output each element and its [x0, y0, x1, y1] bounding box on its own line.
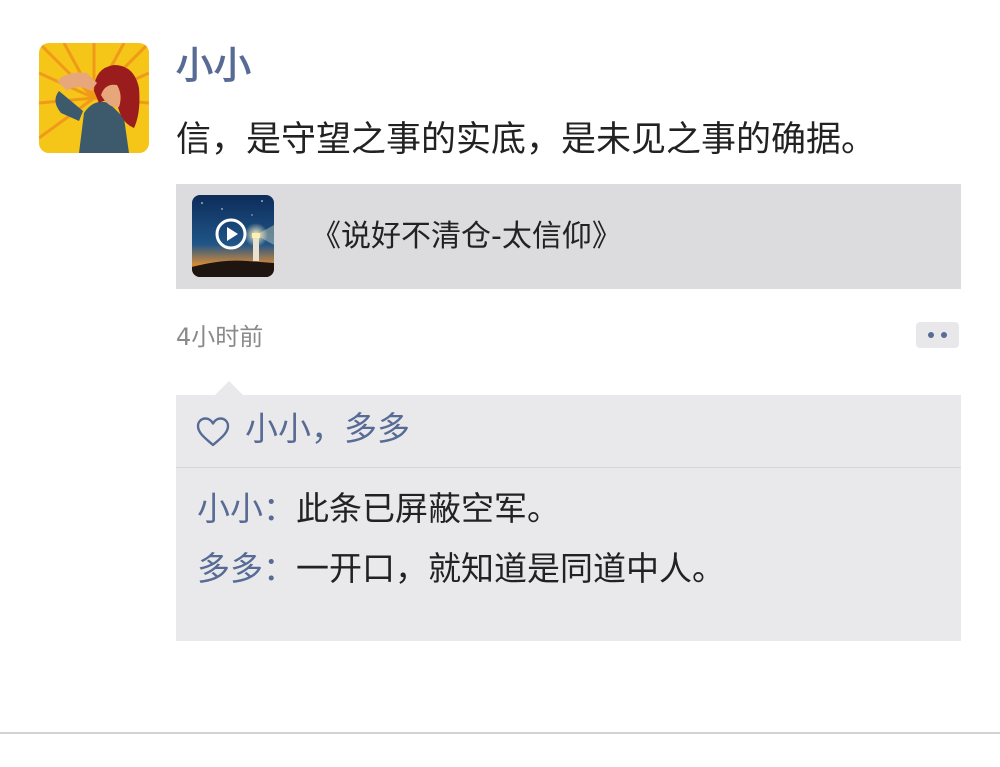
avatar[interactable]: [39, 43, 149, 153]
likes-names[interactable]: 小小，多多: [245, 407, 410, 451]
feed-divider: [0, 732, 1000, 734]
comment-text: 此条已屏蔽空军。: [296, 489, 560, 528]
dot: [941, 332, 947, 338]
comment-separator: ：: [263, 489, 296, 528]
play-circle-icon[interactable]: [214, 217, 248, 251]
post-username[interactable]: 小小: [176, 42, 252, 90]
comment-item[interactable]: 多多：一开口，就知道是同道中人。: [197, 547, 725, 591]
timestamp: 4小时前: [176, 323, 264, 351]
link-title[interactable]: 《说好不清仓-太信仰》: [311, 217, 622, 257]
post-text: 信，是守望之事的实底，是未见之事的确据。: [176, 120, 877, 160]
comment-separator: ：: [263, 549, 296, 588]
heart-outline-icon: [196, 417, 230, 447]
lighthouse-night-thumbnail: [192, 195, 274, 277]
comment-item[interactable]: 小小：此条已屏蔽空军。: [197, 487, 560, 531]
comment-arrow: [215, 381, 243, 395]
link-card[interactable]: 《说好不清仓-太信仰》: [176, 184, 961, 289]
dot: [928, 332, 934, 338]
comment-box: 小小，多多 小小：此条已屏蔽空军。 多多：一开口，就知道是同道中人。: [176, 395, 961, 641]
likes-row: 小小，多多: [176, 395, 961, 468]
more-dots-icon[interactable]: [916, 322, 959, 348]
comment-author[interactable]: 小小: [197, 489, 263, 528]
comment-author[interactable]: 多多: [197, 549, 263, 588]
comment-text: 一开口，就知道是同道中人。: [296, 549, 725, 588]
